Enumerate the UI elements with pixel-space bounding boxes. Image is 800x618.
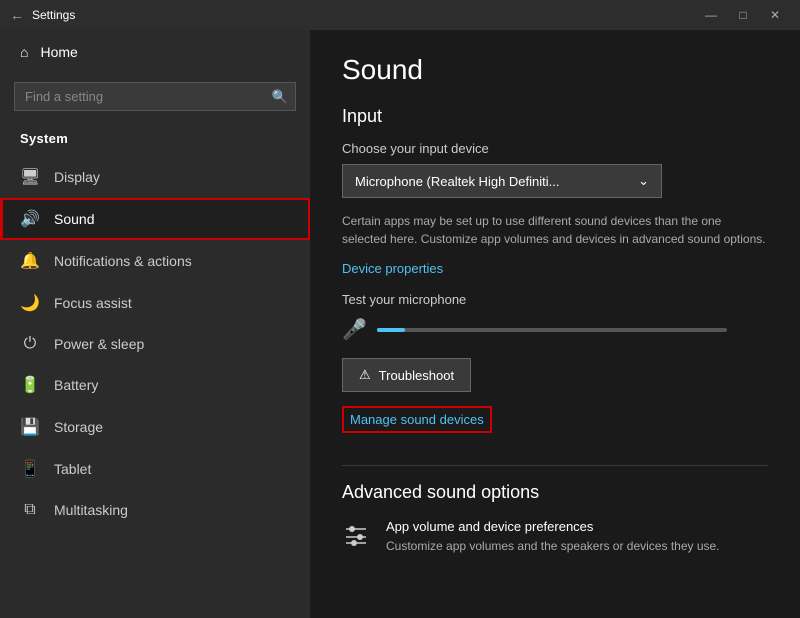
sidebar-item-label: Notifications & actions — [54, 253, 192, 269]
storage-icon: 💾 — [20, 417, 40, 437]
sidebar-item-storage[interactable]: 💾 Storage — [0, 406, 310, 448]
app-volume-icon — [342, 521, 370, 555]
main-container: ⌂ Home 🔍 System 🖥 Display 🔊 Sound 🔔 Noti… — [0, 30, 800, 618]
advanced-sound-item: App volume and device preferences Custom… — [342, 519, 768, 555]
mic-level-fill — [377, 328, 405, 332]
warning-icon: ⚠ — [359, 367, 371, 383]
notifications-icon: 🔔 — [20, 251, 40, 271]
search-input[interactable] — [14, 82, 296, 111]
sidebar-item-notifications[interactable]: 🔔 Notifications & actions — [0, 240, 310, 282]
advanced-item-text: App volume and device preferences Custom… — [386, 519, 720, 555]
sidebar-item-tablet[interactable]: 📱 Tablet — [0, 448, 310, 490]
sidebar-search: 🔍 — [14, 82, 296, 111]
sidebar-item-label: Battery — [54, 377, 98, 393]
sidebar-home-label: Home — [40, 44, 77, 60]
choose-device-label: Choose your input device — [342, 141, 768, 156]
sidebar-item-display[interactable]: 🖥 Display — [0, 156, 310, 198]
power-icon: ⏻ — [20, 335, 40, 353]
sidebar-item-focus[interactable]: 🌙 Focus assist — [0, 282, 310, 324]
back-button[interactable]: ← — [10, 7, 24, 23]
mic-level-bar — [377, 328, 727, 332]
focus-icon: 🌙 — [20, 293, 40, 313]
display-icon: 🖥 — [20, 167, 40, 187]
advanced-item-description: Customize app volumes and the speakers o… — [386, 538, 720, 555]
sound-icon: 🔊 — [20, 209, 40, 229]
sidebar-item-label: Power & sleep — [54, 336, 144, 352]
sidebar-item-home[interactable]: ⌂ Home — [0, 30, 310, 74]
sidebar-item-battery[interactable]: 🔋 Battery — [0, 364, 310, 406]
sidebar-item-multitasking[interactable]: ⧉ Multitasking — [0, 490, 310, 530]
advanced-item-title[interactable]: App volume and device preferences — [386, 519, 720, 534]
sidebar-item-sound[interactable]: 🔊 Sound — [0, 198, 310, 240]
home-icon: ⌂ — [20, 44, 28, 60]
sidebar-item-label: Focus assist — [54, 295, 132, 311]
sidebar-item-label: Multitasking — [54, 502, 128, 518]
input-description: Certain apps may be set up to use differ… — [342, 212, 768, 248]
manage-devices-link[interactable]: Manage sound devices — [342, 406, 492, 433]
sidebar-item-label: Tablet — [54, 461, 91, 477]
close-button[interactable]: ✕ — [760, 5, 790, 25]
microphone-icon: 🎤 — [342, 317, 367, 342]
dropdown-value: Microphone (Realtek High Definiti... — [355, 174, 559, 189]
chevron-down-icon: ⌄ — [638, 173, 649, 189]
tablet-icon: 📱 — [20, 459, 40, 479]
divider — [342, 465, 768, 466]
sidebar-item-label: Display — [54, 169, 100, 185]
input-device-dropdown[interactable]: Microphone (Realtek High Definiti... ⌄ — [342, 164, 662, 198]
search-icon: 🔍 — [272, 89, 288, 105]
content-area: Sound Input Choose your input device Mic… — [310, 30, 800, 618]
device-properties-link[interactable]: Device properties — [342, 261, 443, 276]
multitasking-icon: ⧉ — [20, 501, 40, 519]
sidebar-item-label: Storage — [54, 419, 103, 435]
titlebar: ← Settings — □ ✕ — [0, 0, 800, 30]
titlebar-title: Settings — [32, 8, 75, 22]
sidebar: ⌂ Home 🔍 System 🖥 Display 🔊 Sound 🔔 Noti… — [0, 30, 310, 618]
advanced-section-title: Advanced sound options — [342, 482, 768, 503]
troubleshoot-label: Troubleshoot — [379, 368, 454, 383]
titlebar-controls: — □ ✕ — [696, 5, 790, 25]
sidebar-section-title: System — [0, 123, 310, 156]
sidebar-item-power[interactable]: ⏻ Power & sleep — [0, 324, 310, 364]
minimize-button[interactable]: — — [696, 5, 726, 25]
mic-test-row: 🎤 — [342, 317, 768, 342]
troubleshoot-button[interactable]: ⚠ Troubleshoot — [342, 358, 471, 392]
input-section-title: Input — [342, 106, 768, 127]
sidebar-item-label: Sound — [54, 211, 94, 227]
maximize-button[interactable]: □ — [728, 5, 758, 25]
test-mic-label: Test your microphone — [342, 292, 768, 307]
battery-icon: 🔋 — [20, 375, 40, 395]
page-title: Sound — [342, 54, 768, 86]
